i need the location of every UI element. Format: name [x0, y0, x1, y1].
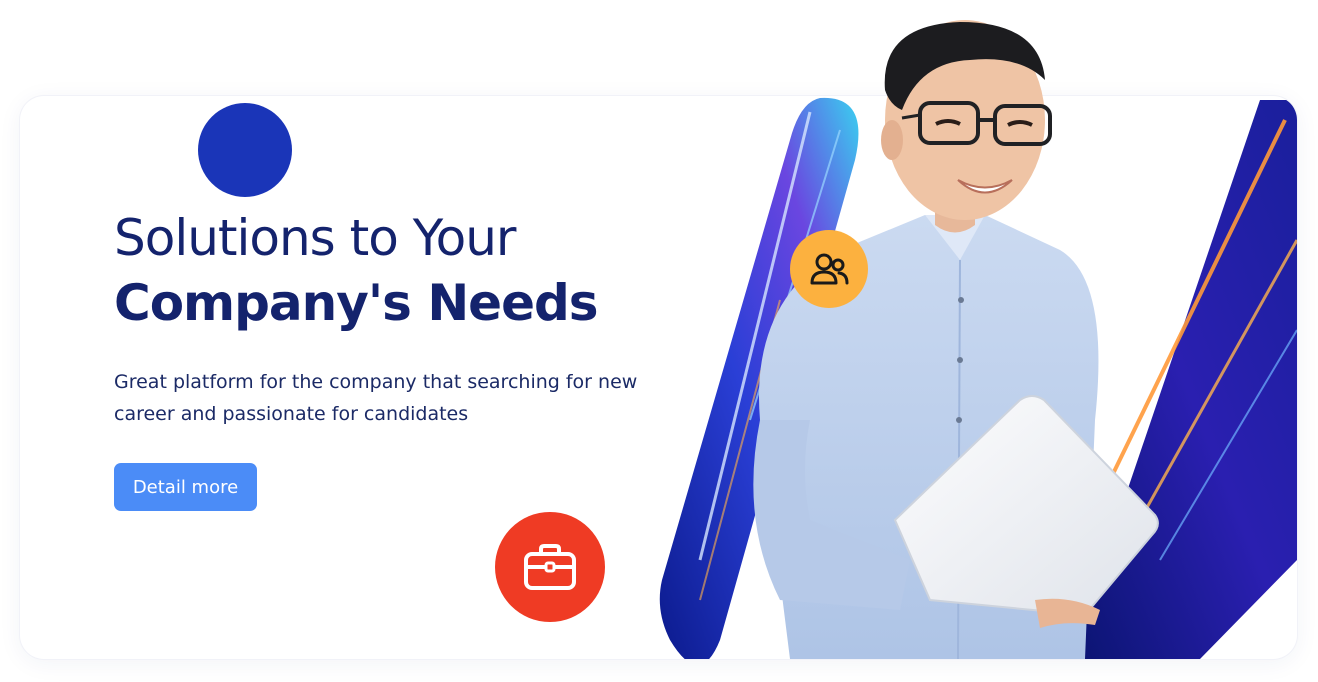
- hero-description: Great platform for the company that sear…: [114, 371, 638, 425]
- briefcase-icon: [524, 544, 576, 590]
- detail-more-button[interactable]: Detail more: [114, 463, 257, 511]
- users-icon: [810, 253, 849, 285]
- hero-title: Solutions to Your Company's Needs: [114, 206, 599, 336]
- decorative-circle: [198, 103, 292, 197]
- hero-title-line2: Company's Needs: [114, 274, 599, 332]
- hero-illustration: [659, 20, 1297, 660]
- briefcase-badge: [495, 512, 605, 622]
- team-badge: [790, 230, 868, 308]
- hero-title-line1: Solutions to Your: [114, 209, 516, 267]
